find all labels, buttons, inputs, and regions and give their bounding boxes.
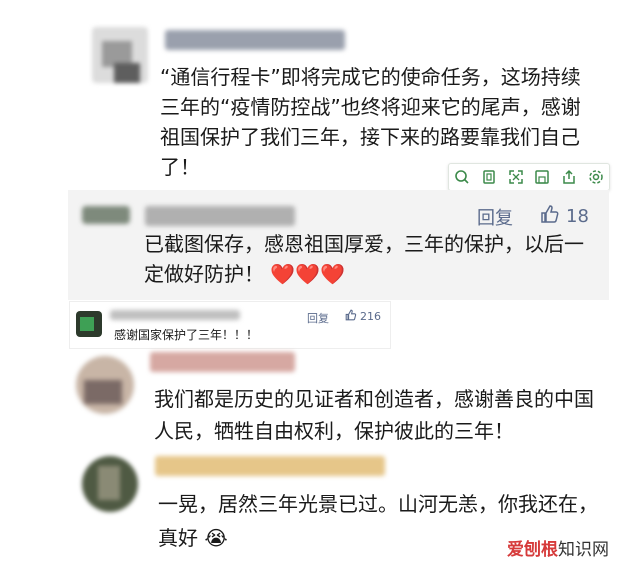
watermark: 爱刨根知识网: [507, 535, 609, 560]
avatar[interactable]: [92, 27, 148, 83]
watermark-brand: 爱刨根: [507, 540, 558, 560]
floating-toolbar: [448, 163, 610, 191]
username-blurred: [110, 310, 240, 320]
thumbs-up-icon: [540, 204, 560, 229]
settings-icon[interactable]: [588, 169, 604, 185]
username-blurred: [145, 206, 295, 226]
copy-icon[interactable]: [481, 169, 497, 185]
crying-emoji: 😭: [204, 526, 228, 550]
expand-icon[interactable]: [508, 169, 524, 185]
username-blurred: [165, 30, 345, 50]
like-button[interactable]: 216: [345, 309, 381, 324]
avatar[interactable]: [82, 456, 138, 512]
reply-button[interactable]: 回复: [307, 310, 329, 326]
save-icon[interactable]: [534, 169, 550, 185]
share-icon[interactable]: [561, 169, 577, 185]
username-blurred: [150, 352, 295, 372]
search-icon[interactable]: [454, 169, 470, 185]
reply-button[interactable]: 回复: [477, 204, 513, 230]
like-count: 216: [360, 310, 381, 323]
thumbs-up-icon: [345, 309, 357, 324]
comment-text: 已截图保存，感恩祖国厚爱，三年的保护，以后一定做好防护！ ❤️❤️❤️: [144, 229, 594, 289]
avatar[interactable]: [76, 311, 102, 337]
avatar[interactable]: [76, 356, 134, 414]
like-count: 18: [566, 206, 589, 227]
comment-text: 我们都是历史的见证者和创造者，感谢善良的中国人民，牺牲自由权利，保护彼此的三年！: [154, 387, 594, 443]
watermark-suffix: 知识网: [558, 540, 609, 560]
heart-emoji: ❤️❤️❤️: [270, 262, 346, 286]
comment-body: 已截图保存，感恩祖国厚爱，三年的保护，以后一定做好防护！: [144, 232, 584, 286]
username-blurred: [155, 456, 385, 476]
comment-text: 感谢国家保护了三年！！！: [114, 328, 259, 342]
avatar[interactable]: [82, 206, 130, 224]
like-button[interactable]: 18: [540, 204, 589, 229]
